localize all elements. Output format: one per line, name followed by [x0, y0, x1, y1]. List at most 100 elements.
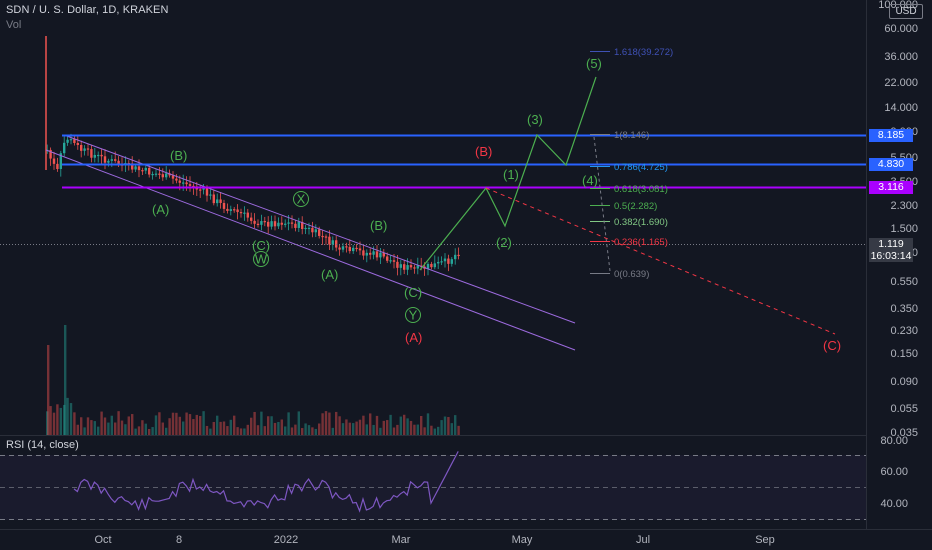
candle-body: [270, 221, 273, 227]
volume-bar: [406, 418, 409, 435]
volume-bar: [253, 411, 256, 435]
volume-bar: [277, 421, 280, 435]
candle-body: [314, 229, 317, 233]
symbol-title[interactable]: SDN / U. S. Dollar, 1D, KRAKEN: [6, 4, 169, 16]
rsi-indicator[interactable]: [0, 451, 866, 520]
candle-body: [144, 167, 147, 171]
current-price-tag: 1.119 16:03:14: [869, 238, 913, 262]
volume-bar: [270, 416, 273, 435]
volume-label[interactable]: Vol: [6, 19, 21, 31]
volume-bar: [158, 412, 161, 435]
volume-bar: [236, 427, 239, 435]
time-axis[interactable]: Oct 8 2022 Mar May Jul Sep: [94, 534, 774, 546]
volume-bar: [260, 411, 263, 435]
price-tick-label: 36.000: [884, 51, 918, 63]
chart-canvas[interactable]: 1.618(39.272) 1(8.146) 0.786(4.725) 0.61…: [0, 0, 932, 550]
fib-label-0786: 0.786(4.725): [614, 162, 668, 173]
volume-bar: [335, 411, 338, 435]
volume-bar: [175, 412, 178, 435]
volume-bar: [450, 423, 453, 435]
rsi-label[interactable]: RSI (14, close): [6, 439, 79, 451]
volume-bar: [386, 420, 389, 435]
volume-bar: [56, 404, 59, 435]
candle-body: [66, 139, 69, 143]
candle-body: [250, 217, 253, 221]
candle-body: [83, 148, 86, 151]
wave-label-w: W: [255, 252, 268, 267]
candle-body: [328, 236, 331, 245]
volume-bar: [69, 403, 73, 435]
candle-body: [175, 178, 178, 181]
time-label-sep: Sep: [755, 534, 775, 546]
volume-bar: [178, 416, 181, 435]
candle-body: [454, 254, 457, 260]
candle-body: [413, 267, 416, 269]
price-tick-label: 2.300: [890, 200, 918, 212]
volume-bar: [426, 413, 430, 435]
candle-body: [69, 139, 73, 141]
volume-bar: [209, 428, 212, 435]
wave-label-b-1: (B): [170, 148, 187, 163]
candle-body: [236, 209, 239, 213]
candle-body: [287, 222, 290, 224]
volume-bar: [301, 428, 304, 435]
volume-bar: [131, 414, 134, 435]
candle-body: [52, 158, 56, 164]
volume-bar: [226, 426, 229, 435]
volume-bar: [83, 427, 86, 435]
price-tick-label: 0.090: [890, 376, 918, 388]
volume-bar: [144, 423, 147, 435]
candle-body: [93, 154, 96, 158]
candle-body: [243, 212, 246, 214]
volume-bar: [114, 422, 117, 435]
volume-bar: [243, 428, 246, 435]
candle-body: [73, 139, 76, 143]
volume-bar: [168, 418, 171, 435]
volume-bar: [375, 415, 379, 435]
volume-bar: [141, 420, 144, 435]
candle-body: [141, 170, 144, 172]
candle-body: [457, 254, 460, 257]
time-label-jul: Jul: [636, 534, 650, 546]
time-label-mar: Mar: [392, 534, 411, 546]
candle-body: [199, 189, 202, 191]
volume-bar: [454, 415, 457, 435]
candle-body: [433, 263, 436, 268]
volume-bar: [76, 424, 79, 435]
volume-bar: [107, 422, 110, 435]
volume-bar: [392, 427, 396, 435]
candle-body: [443, 258, 447, 262]
wave-label-red-c: (C): [823, 338, 841, 353]
candle-body: [386, 256, 389, 261]
candle-body: [379, 252, 382, 258]
candle-body: [297, 221, 300, 228]
candle-body: [392, 260, 396, 262]
volume-bar: [457, 425, 460, 435]
price-pane[interactable]: [0, 0, 866, 435]
volume-bar: [137, 426, 141, 435]
current-price-value: 1.119: [878, 238, 904, 250]
volume-bar: [430, 425, 433, 435]
volume-bar: [73, 412, 76, 435]
candle-body: [318, 229, 321, 236]
candle-body: [365, 252, 368, 256]
volume-bar: [382, 420, 385, 435]
volume-bar: [219, 421, 222, 435]
candle-body: [440, 261, 443, 263]
candle-body: [103, 156, 107, 163]
volume-bar: [250, 417, 253, 435]
candle-body: [209, 194, 212, 196]
candle-body: [430, 263, 433, 268]
candle-body: [151, 173, 154, 176]
candle-body: [280, 222, 283, 225]
candle-body: [253, 220, 256, 224]
candle-body: [294, 223, 297, 228]
currency-button[interactable]: USD: [889, 4, 923, 19]
wave-label-y: Y: [409, 308, 418, 323]
candle-body: [396, 261, 399, 268]
volume-bar: [93, 421, 96, 435]
candle-body: [335, 240, 338, 248]
candle-body: [182, 182, 185, 184]
volume-bar: [413, 424, 416, 435]
volume-bar: [202, 411, 205, 435]
